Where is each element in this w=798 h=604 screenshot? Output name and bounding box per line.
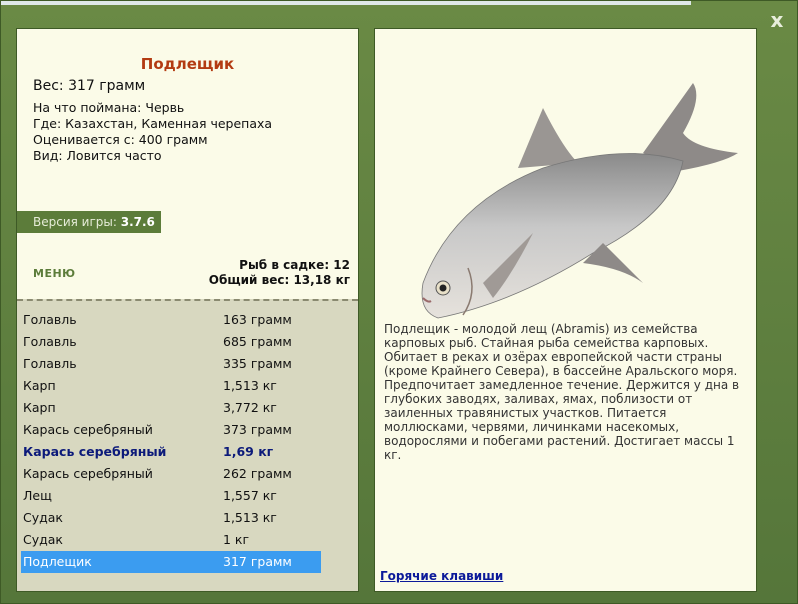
list-item[interactable]: Лещ 1,557 кг <box>21 485 321 507</box>
location-info: Где: Казахстан, Каменная черепаха <box>33 116 273 131</box>
hotkeys-link[interactable]: Горячие клавиши <box>380 569 503 583</box>
fish-description-panel: Подлещик - молодой лещ (Abramis) из семе… <box>374 28 757 592</box>
version-label: Версия игры: <box>33 215 117 229</box>
list-item[interactable]: Карп 1,513 кг <box>21 375 321 397</box>
close-button[interactable]: x <box>767 9 787 31</box>
fish-description: Подлещик - молодой лещ (Abramis) из семе… <box>384 322 740 462</box>
list-item[interactable]: Голавль 685 грамм <box>21 331 321 353</box>
fish-info-panel: Подлещик Вес: 317 грамм На что поймана: … <box>16 28 359 592</box>
fish-title: Подлещик <box>140 55 235 73</box>
list-item[interactable]: Карась серебряный 373 грамм <box>21 419 321 441</box>
game-window: x Подлещик Вес: 317 грамм На что поймана… <box>0 0 798 604</box>
fish-image <box>421 83 738 319</box>
version-value: 3.7.6 <box>120 215 155 229</box>
menu-button[interactable]: МЕНЮ <box>33 267 76 280</box>
list-item[interactable]: Голавль 163 грамм <box>21 309 321 331</box>
list-item-selected[interactable]: Подлещик 317 грамм <box>21 551 321 573</box>
cage-total-weight: Общий вес: 13,18 кг <box>208 273 350 287</box>
top-border <box>1 1 691 5</box>
catch-list: Голавль 163 грамм Голавль 685 грамм Голавл… <box>21 309 321 573</box>
list-item[interactable]: Карась серебряный 262 грамм <box>21 463 321 485</box>
cage-stats: Рыб в садке: 12 Общий вес: 13,18 кг <box>209 258 350 288</box>
divider <box>17 299 358 301</box>
fish-details: Подлещик Вес: 317 грамм На что поймана: … <box>17 29 358 299</box>
bait-info: На что поймана: Червь <box>33 100 185 115</box>
version-bar: Версия игры: 3.7.6 <box>17 211 161 233</box>
type-info: Вид: Ловится часто <box>33 148 162 163</box>
list-item[interactable]: Голавль 335 грамм <box>21 353 321 375</box>
cage-count: Рыб в садке: 12 <box>239 258 350 272</box>
fish-info-list: На что поймана: Червь Где: Казахстан, Ка… <box>33 100 272 164</box>
value-info: Оценивается с: 400 грамм <box>33 132 208 147</box>
fish-weight: Вес: 317 грамм <box>33 78 146 94</box>
list-item-record[interactable]: Карась серебряный 1,69 кг <box>21 441 321 463</box>
list-item[interactable]: Судак 1,513 кг <box>21 507 321 529</box>
list-item[interactable]: Судак 1 кг <box>21 529 321 551</box>
list-item[interactable]: Карп 3,772 кг <box>21 397 321 419</box>
